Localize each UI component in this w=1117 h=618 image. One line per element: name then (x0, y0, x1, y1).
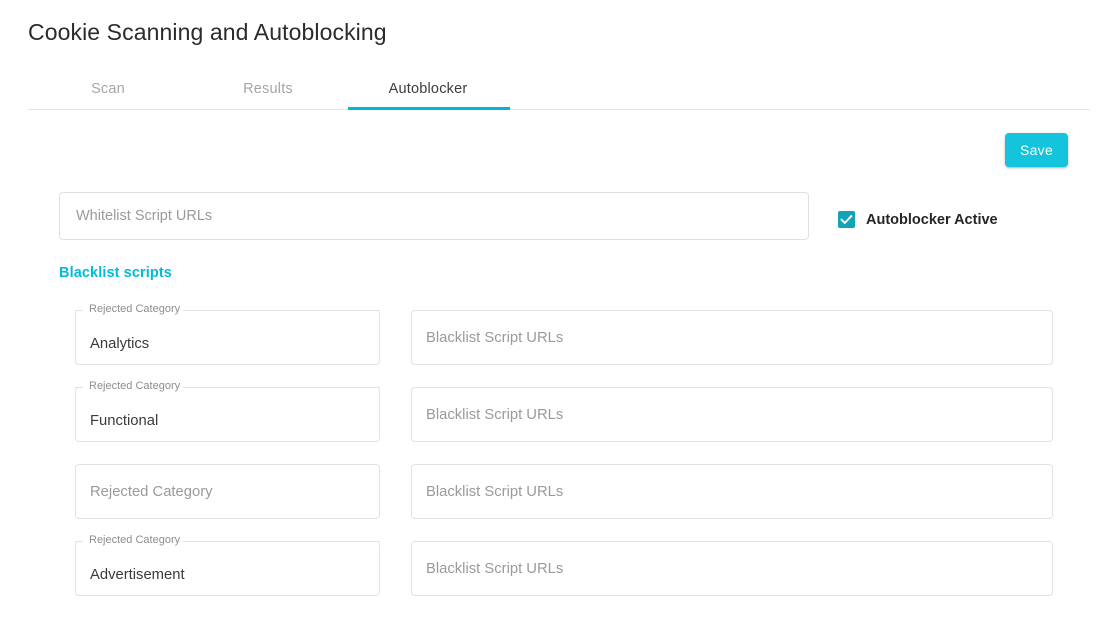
tab-autoblocker[interactable]: Autoblocker (348, 68, 508, 109)
tab-results[interactable]: Results (188, 68, 348, 109)
blacklist-scripts-heading: Blacklist scripts (59, 265, 172, 281)
save-button[interactable]: Save (1005, 133, 1068, 167)
page-title: Cookie Scanning and Autoblocking (28, 19, 387, 46)
rejected-category-field[interactable]: Rejected Category (75, 380, 380, 442)
tab-scan[interactable]: Scan (28, 68, 188, 109)
whitelist-script-urls-input[interactable] (59, 192, 809, 240)
tab-bar: Scan Results Autoblocker (28, 68, 1090, 110)
autoblocker-active-label: Autoblocker Active (866, 211, 998, 228)
rejected-category-input[interactable] (76, 311, 379, 364)
rejected-category-input[interactable] (76, 465, 379, 518)
tab-list: Scan Results Autoblocker (28, 68, 508, 109)
autoblocker-active-toggle[interactable]: Autoblocker Active (838, 211, 998, 228)
blacklist-script-urls-input[interactable] (412, 388, 1052, 441)
tab-bar-divider (28, 109, 1090, 110)
rejected-category-input[interactable] (76, 388, 379, 441)
blacklist-row: Rejected Category (0, 534, 1117, 618)
blacklist-script-urls-input[interactable] (412, 542, 1052, 595)
blacklist-script-urls-input[interactable] (412, 465, 1052, 518)
active-tab-indicator (348, 107, 510, 110)
rejected-category-field[interactable]: Rejected Category (75, 534, 380, 596)
rejected-category-field[interactable] (75, 464, 380, 519)
blacklist-row: Rejected Category (0, 303, 1117, 387)
checkbox-checked-icon[interactable] (838, 211, 855, 228)
blacklist-script-urls-field[interactable] (411, 541, 1053, 596)
blacklist-script-urls-field[interactable] (411, 464, 1053, 519)
blacklist-row (0, 464, 1117, 541)
rejected-category-input[interactable] (76, 542, 379, 595)
rejected-category-field[interactable]: Rejected Category (75, 303, 380, 365)
blacklist-row: Rejected Category (0, 380, 1117, 464)
blacklist-script-urls-input[interactable] (412, 311, 1052, 364)
blacklist-script-urls-field[interactable] (411, 310, 1053, 365)
blacklist-rows: Rejected Category Rejected Category (0, 303, 1117, 618)
blacklist-script-urls-field[interactable] (411, 387, 1053, 442)
